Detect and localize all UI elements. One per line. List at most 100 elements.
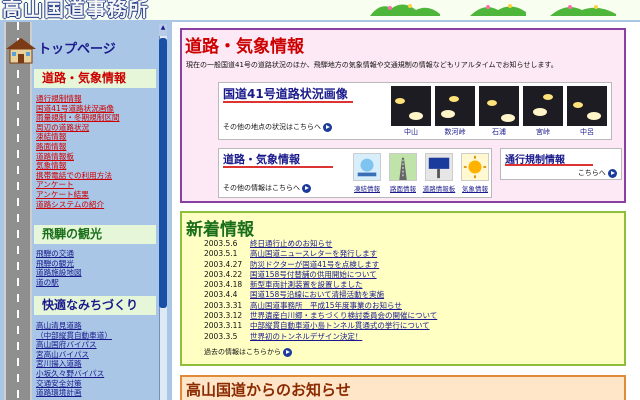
sidebar-link[interactable]: 飛騨の観光	[36, 259, 156, 269]
news-item[interactable]: 2003.3.5 世界初のトンネルデザイン決定！	[204, 332, 437, 342]
notice-title: 高山国道からのお知らせ	[186, 381, 351, 399]
michizukuri-links: 高山清見道路 （中部縦貫自動車道） 高山国府バイパス 宮高山バイパス 宮川揚入道…	[36, 321, 156, 398]
news-archive-link[interactable]: 過去の情報はこちらから	[204, 347, 293, 357]
camera-thumbnail-churo[interactable]	[567, 86, 607, 126]
sidebar-link[interactable]: 国道41号道路状況画像	[36, 104, 156, 114]
sidebar-link[interactable]: 高山国府バイパス	[36, 340, 156, 350]
regulation-more-link[interactable]: こちらへ	[578, 168, 617, 178]
news-link[interactable]: 防災ドクターが国道41号を点検します	[250, 260, 379, 269]
news-link[interactable]: 終日通行止めのお知らせ	[250, 239, 332, 248]
news-archive-text: 過去の情報はこちらから	[204, 348, 281, 356]
news-link[interactable]: 中部縦貫自動車道小島トンネル貫通式の挙行について	[250, 321, 430, 330]
sidebar-link[interactable]: 凍結情報	[36, 132, 156, 142]
news-date: 2003.5.6	[204, 239, 238, 248]
news-date: 2003.3.31	[204, 300, 243, 310]
sidebar-link[interactable]: 高山清見道路	[36, 321, 156, 331]
news-panel: 新着情報 2003.5.6 終日通行止めのお知らせ 2003.5.1 高山国道ニュー…	[180, 211, 626, 366]
news-link[interactable]: 国道158号沿線において清掃活動を実施	[250, 290, 384, 299]
camera-label: 中山	[404, 128, 418, 136]
road-weather-heading[interactable]: 道路・気象情報	[34, 69, 156, 88]
sidebar-link[interactable]: アンケート結果	[36, 190, 156, 200]
news-item[interactable]: 2003.3.12 世界遺産白川郷・まちづくり検討委員会の開催について	[204, 311, 437, 321]
sidebar-link[interactable]: 通行規制情報	[36, 94, 156, 104]
camera-label: 数河峠	[444, 128, 466, 136]
sidebar-link[interactable]: 宮川揚入道路	[36, 359, 156, 369]
scroll-up-arrow-icon[interactable]: ▲	[159, 24, 167, 36]
road-graphic	[4, 22, 32, 400]
sidebar-link[interactable]: 周辺の道路状況	[36, 123, 156, 133]
news-list: 2003.5.6 終日通行止めのお知らせ 2003.5.1 高山国道ニュースレターを…	[204, 239, 437, 342]
news-date: 2003.4.4	[204, 290, 238, 300]
sidebar-link[interactable]: 飛騨の交通	[36, 249, 156, 259]
camera-thumbnail-miyatoge[interactable]	[523, 86, 563, 126]
sidebar-link[interactable]: 交通安全対策	[36, 379, 156, 389]
camera-thumbnail-ishiura[interactable]	[479, 86, 519, 126]
sidebar-link[interactable]: 小坂久々野バイパス	[36, 369, 156, 379]
road-weather-description: 現在の一般国道41号の道路状況のほか、飛騨地方の気象情報や交通規制の情報などもリ…	[186, 61, 558, 69]
news-link[interactable]: 国道158号付替舗の供用開始について	[250, 270, 377, 279]
news-link[interactable]: 高山国道ニュースレターを発行します	[250, 249, 377, 258]
sidebar-scroll-thumb[interactable]	[159, 38, 167, 308]
regulation-more-text: こちらへ	[577, 169, 606, 177]
road-surface-icon[interactable]	[389, 153, 417, 181]
sidebar-link[interactable]: 宮高山バイパス	[36, 350, 156, 360]
arrow-right-icon	[608, 168, 617, 178]
camera-thumbnail-sugo[interactable]	[435, 86, 475, 126]
sidebar-link[interactable]: 携帯電話での利用方法	[36, 171, 156, 181]
weather-more-link[interactable]: その他の情報はこちらへ	[223, 183, 312, 193]
weather-icon-label[interactable]: 路面情報	[385, 183, 421, 193]
weather-section-title[interactable]: 道路・気象情報	[223, 151, 300, 167]
news-link[interactable]: 世界初のトンネルデザイン決定！	[250, 332, 362, 341]
sidebar-link[interactable]: 気象情報	[36, 161, 156, 171]
weather-more-text: その他の情報はこちらへ	[223, 184, 300, 192]
weather-icon-label[interactable]: 凍結情報	[349, 183, 385, 193]
news-link[interactable]: 世界遺産白川郷・まちづくり検討委員会の開催について	[250, 311, 437, 320]
hida-heading[interactable]: 飛騨の観光	[34, 225, 156, 244]
sidebar-link[interactable]: 雨量規制・冬期規制区間	[36, 113, 156, 123]
camera-more-link[interactable]: その他の地点の状況はこちらへ	[223, 122, 333, 132]
site-logo[interactable]: 高山国道事務所	[2, 0, 149, 20]
news-item[interactable]: 2003.3.11 中部縦貫自動車道小島トンネル貫通式の挙行について	[204, 321, 437, 331]
news-link[interactable]: 高山国道事務所 平成15年度事業のお知らせ	[250, 301, 402, 310]
news-item[interactable]: 2003.5.6 終日通行止めのお知らせ	[204, 239, 437, 249]
sidebar-link[interactable]: 道の駅	[36, 278, 156, 288]
news-date: 2003.4.22	[204, 269, 243, 279]
camera-section-title[interactable]: 国道41号道路状況画像	[223, 85, 348, 102]
notice-panel: 高山国道からのお知らせ	[180, 375, 626, 400]
sidebar-link[interactable]: アンケート	[36, 180, 156, 190]
camera-thumbnail-nakayama[interactable]	[391, 86, 431, 126]
news-link[interactable]: 新型車両計測装置を設置しました	[250, 280, 363, 289]
arrow-right-icon	[283, 347, 293, 357]
weather-icon-label[interactable]: 道路情報板	[421, 183, 457, 193]
sidebar-link[interactable]: 道路環境計画	[36, 388, 156, 398]
news-date: 2003.3.5	[204, 331, 238, 341]
road-weather-links: 通行規制情報 国道41号道路状況画像 雨量規制・冬期規制区間 周辺の道路状況 凍…	[36, 94, 156, 209]
news-title: 新着情報	[186, 220, 254, 240]
sidebar-link[interactable]: 道路施設地図	[36, 268, 156, 278]
sidebar-link[interactable]: （中部縦貫自動車道）	[36, 331, 156, 341]
weather-icon-label[interactable]: 気象情報	[457, 183, 493, 193]
news-item[interactable]: 2003.3.31 高山国道事務所 平成15年度事業のお知らせ	[204, 301, 437, 311]
camera-label: 宮峠	[536, 128, 550, 136]
news-item[interactable]: 2003.4.27 防災ドクターが国道41号を点検します	[204, 260, 437, 270]
michizukuri-heading[interactable]: 快適なみちづくり	[34, 296, 156, 315]
news-date: 2003.3.12	[204, 311, 243, 321]
news-item[interactable]: 2003.4.4 国道158号沿線において清掃活動を実施	[204, 290, 437, 300]
sidebar-link[interactable]: 道路情報板	[36, 152, 156, 162]
road-sign-board-icon[interactable]	[425, 153, 453, 181]
weather-sun-icon[interactable]	[461, 153, 489, 181]
top-page-link[interactable]: トップページ	[38, 38, 116, 57]
sidebar-link[interactable]: 道路システムの紹介	[36, 200, 156, 210]
road-weather-title: 道路・気象情報	[185, 37, 304, 57]
sidebar-link[interactable]: 路面情報	[36, 142, 156, 152]
title-underline	[505, 164, 593, 166]
title-underline	[223, 166, 333, 168]
road-weather-panel: 道路・気象情報 現在の一般国道41号の道路状況のほか、飛騨地方の気象情報や交通規…	[180, 28, 626, 203]
news-item[interactable]: 2003.4.18 新型車両計測装置を設置しました	[204, 280, 437, 290]
hida-links: 飛騨の交通 飛騨の観光 道路施設地図 道の駅	[36, 249, 156, 287]
news-item[interactable]: 2003.4.22 国道158号付替舗の供用開始について	[204, 270, 437, 280]
freeze-icon[interactable]	[353, 153, 381, 181]
news-date: 2003.3.11	[204, 321, 243, 331]
arrow-right-icon	[323, 122, 333, 132]
news-item[interactable]: 2003.5.1 高山国道ニュースレターを発行します	[204, 249, 437, 259]
